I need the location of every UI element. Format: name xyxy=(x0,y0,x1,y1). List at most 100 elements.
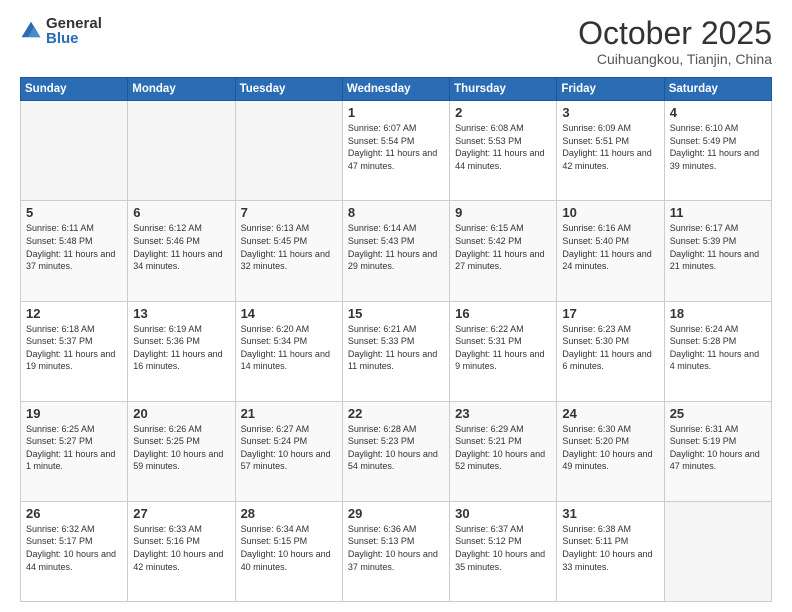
calendar-cell xyxy=(664,501,771,601)
week-row-3: 12Sunrise: 6:18 AM Sunset: 5:37 PM Dayli… xyxy=(21,301,772,401)
day-info: Sunrise: 6:10 AM Sunset: 5:49 PM Dayligh… xyxy=(670,122,766,172)
location: Cuihuangkou, Tianjin, China xyxy=(578,51,772,67)
day-number: 11 xyxy=(670,205,766,220)
calendar-cell xyxy=(235,101,342,201)
day-info: Sunrise: 6:27 AM Sunset: 5:24 PM Dayligh… xyxy=(241,423,337,473)
calendar-cell: 12Sunrise: 6:18 AM Sunset: 5:37 PM Dayli… xyxy=(21,301,128,401)
col-monday: Monday xyxy=(128,78,235,101)
day-number: 14 xyxy=(241,306,337,321)
day-number: 7 xyxy=(241,205,337,220)
calendar-cell: 3Sunrise: 6:09 AM Sunset: 5:51 PM Daylig… xyxy=(557,101,664,201)
calendar-body: 1Sunrise: 6:07 AM Sunset: 5:54 PM Daylig… xyxy=(21,101,772,602)
day-info: Sunrise: 6:08 AM Sunset: 5:53 PM Dayligh… xyxy=(455,122,551,172)
col-thursday: Thursday xyxy=(450,78,557,101)
calendar-cell: 26 Sunrise: 6:32 AM Sunset: 5:17 PM Dayli… xyxy=(21,501,128,601)
col-tuesday: Tuesday xyxy=(235,78,342,101)
day-number: 28 xyxy=(241,506,337,521)
calendar-cell: 16 Sunrise: 6:22 AM Sunset: 5:31 PM Dayli… xyxy=(450,301,557,401)
day-info: Sunrise: 6:11 AM Sunset: 5:48 PM Dayligh… xyxy=(26,222,122,272)
calendar-cell: 20 Sunrise: 6:26 AM Sunset: 5:25 PM Dayli… xyxy=(128,401,235,501)
day-number: 6 xyxy=(133,205,229,220)
day-info: Sunrise: 6:15 AM Sunset: 5:42 PM Dayligh… xyxy=(455,222,551,272)
day-number: 27 xyxy=(133,506,229,521)
day-info: Sunrise: 6:22 AM Sunset: 5:31 PM Dayligh… xyxy=(455,323,551,373)
calendar-cell: 23 Sunrise: 6:29 AM Sunset: 5:21 PM Dayli… xyxy=(450,401,557,501)
day-number: 9 xyxy=(455,205,551,220)
day-info: Sunrise: 6:32 AM Sunset: 5:17 PM Dayligh… xyxy=(26,523,122,573)
header: General Blue October 2025 Cuihuangkou, T… xyxy=(20,16,772,67)
day-info: Sunrise: 6:21 AM Sunset: 5:33 PM Dayligh… xyxy=(348,323,444,373)
day-number: 22 xyxy=(348,406,444,421)
day-number: 31 xyxy=(562,506,658,521)
week-row-4: 19Sunrise: 6:25 AM Sunset: 5:27 PM Dayli… xyxy=(21,401,772,501)
day-info: Sunrise: 6:13 AM Sunset: 5:45 PM Dayligh… xyxy=(241,222,337,272)
day-info: Sunrise: 6:38 AM Sunset: 5:11 PM Dayligh… xyxy=(562,523,658,573)
day-number: 24 xyxy=(562,406,658,421)
day-info: Sunrise: 6:14 AM Sunset: 5:43 PM Dayligh… xyxy=(348,222,444,272)
day-number: 18 xyxy=(670,306,766,321)
page: General Blue October 2025 Cuihuangkou, T… xyxy=(0,0,792,612)
col-sunday: Sunday xyxy=(21,78,128,101)
calendar-cell: 1Sunrise: 6:07 AM Sunset: 5:54 PM Daylig… xyxy=(342,101,449,201)
calendar-cell: 17Sunrise: 6:23 AM Sunset: 5:30 PM Dayli… xyxy=(557,301,664,401)
calendar-cell: 5 Sunrise: 6:11 AM Sunset: 5:48 PM Daylig… xyxy=(21,201,128,301)
day-info: Sunrise: 6:36 AM Sunset: 5:13 PM Dayligh… xyxy=(348,523,444,573)
day-info: Sunrise: 6:20 AM Sunset: 5:34 PM Dayligh… xyxy=(241,323,337,373)
day-info: Sunrise: 6:26 AM Sunset: 5:25 PM Dayligh… xyxy=(133,423,229,473)
calendar-cell: 24 Sunrise: 6:30 AM Sunset: 5:20 PM Dayli… xyxy=(557,401,664,501)
calendar-cell: 18 Sunrise: 6:24 AM Sunset: 5:28 PM Dayli… xyxy=(664,301,771,401)
day-info: Sunrise: 6:23 AM Sunset: 5:30 PM Dayligh… xyxy=(562,323,658,373)
day-number: 2 xyxy=(455,105,551,120)
day-number: 4 xyxy=(670,105,766,120)
day-info: Sunrise: 6:37 AM Sunset: 5:12 PM Dayligh… xyxy=(455,523,551,573)
col-wednesday: Wednesday xyxy=(342,78,449,101)
day-number: 23 xyxy=(455,406,551,421)
calendar-cell: 29 Sunrise: 6:36 AM Sunset: 5:13 PM Dayli… xyxy=(342,501,449,601)
day-info: Sunrise: 6:17 AM Sunset: 5:39 PM Dayligh… xyxy=(670,222,766,272)
calendar-cell: 10Sunrise: 6:16 AM Sunset: 5:40 PM Dayli… xyxy=(557,201,664,301)
day-number: 5 xyxy=(26,205,122,220)
calendar-cell: 19Sunrise: 6:25 AM Sunset: 5:27 PM Dayli… xyxy=(21,401,128,501)
day-number: 16 xyxy=(455,306,551,321)
title-section: October 2025 Cuihuangkou, Tianjin, China xyxy=(578,16,772,67)
day-number: 25 xyxy=(670,406,766,421)
calendar-cell: 14 Sunrise: 6:20 AM Sunset: 5:34 PM Dayli… xyxy=(235,301,342,401)
calendar-cell: 8 Sunrise: 6:14 AM Sunset: 5:43 PM Daylig… xyxy=(342,201,449,301)
day-info: Sunrise: 6:29 AM Sunset: 5:21 PM Dayligh… xyxy=(455,423,551,473)
calendar-cell: 22 Sunrise: 6:28 AM Sunset: 5:23 PM Dayli… xyxy=(342,401,449,501)
day-number: 26 xyxy=(26,506,122,521)
day-info: Sunrise: 6:16 AM Sunset: 5:40 PM Dayligh… xyxy=(562,222,658,272)
calendar-cell: 21 Sunrise: 6:27 AM Sunset: 5:24 PM Dayli… xyxy=(235,401,342,501)
day-info: Sunrise: 6:18 AM Sunset: 5:37 PM Dayligh… xyxy=(26,323,122,373)
day-number: 15 xyxy=(348,306,444,321)
day-number: 30 xyxy=(455,506,551,521)
calendar-cell: 25 Sunrise: 6:31 AM Sunset: 5:19 PM Dayli… xyxy=(664,401,771,501)
col-saturday: Saturday xyxy=(664,78,771,101)
day-info: Sunrise: 6:24 AM Sunset: 5:28 PM Dayligh… xyxy=(670,323,766,373)
week-row-1: 1Sunrise: 6:07 AM Sunset: 5:54 PM Daylig… xyxy=(21,101,772,201)
calendar-cell: 30 Sunrise: 6:37 AM Sunset: 5:12 PM Dayli… xyxy=(450,501,557,601)
day-info: Sunrise: 6:19 AM Sunset: 5:36 PM Dayligh… xyxy=(133,323,229,373)
day-info: Sunrise: 6:31 AM Sunset: 5:19 PM Dayligh… xyxy=(670,423,766,473)
calendar-cell: 11 Sunrise: 6:17 AM Sunset: 5:39 PM Dayli… xyxy=(664,201,771,301)
day-number: 21 xyxy=(241,406,337,421)
day-info: Sunrise: 6:30 AM Sunset: 5:20 PM Dayligh… xyxy=(562,423,658,473)
calendar-cell: 13Sunrise: 6:19 AM Sunset: 5:36 PM Dayli… xyxy=(128,301,235,401)
day-number: 1 xyxy=(348,105,444,120)
month-title: October 2025 xyxy=(578,16,772,51)
calendar-cell xyxy=(21,101,128,201)
day-number: 29 xyxy=(348,506,444,521)
week-row-2: 5 Sunrise: 6:11 AM Sunset: 5:48 PM Daylig… xyxy=(21,201,772,301)
calendar-cell: 27Sunrise: 6:33 AM Sunset: 5:16 PM Dayli… xyxy=(128,501,235,601)
day-info: Sunrise: 6:09 AM Sunset: 5:51 PM Dayligh… xyxy=(562,122,658,172)
calendar-cell: 28 Sunrise: 6:34 AM Sunset: 5:15 PM Dayli… xyxy=(235,501,342,601)
logo: General Blue xyxy=(20,16,102,46)
calendar-cell: 6Sunrise: 6:12 AM Sunset: 5:46 PM Daylig… xyxy=(128,201,235,301)
day-number: 8 xyxy=(348,205,444,220)
day-info: Sunrise: 6:34 AM Sunset: 5:15 PM Dayligh… xyxy=(241,523,337,573)
header-row: Sunday Monday Tuesday Wednesday Thursday… xyxy=(21,78,772,101)
calendar-header: Sunday Monday Tuesday Wednesday Thursday… xyxy=(21,78,772,101)
calendar-cell: 31 Sunrise: 6:38 AM Sunset: 5:11 PM Dayli… xyxy=(557,501,664,601)
day-info: Sunrise: 6:28 AM Sunset: 5:23 PM Dayligh… xyxy=(348,423,444,473)
day-number: 20 xyxy=(133,406,229,421)
